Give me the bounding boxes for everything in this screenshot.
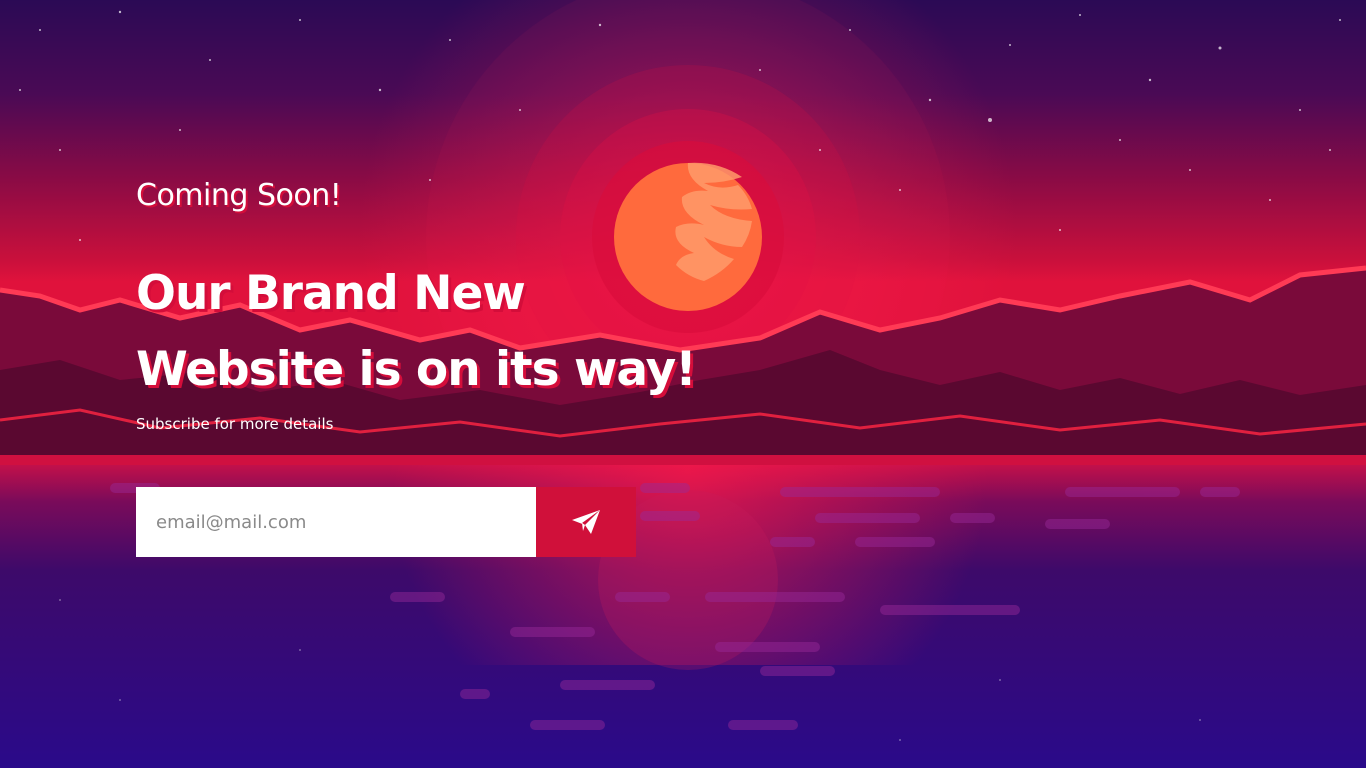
headline-line-2: Website is on its way! — [136, 342, 697, 397]
email-input[interactable] — [136, 487, 536, 557]
page-headline: Our Brand New Website is on its way! — [136, 256, 697, 408]
paper-plane-icon — [572, 510, 600, 534]
coming-soon-label: Coming Soon! — [136, 178, 342, 213]
subscribe-form — [136, 487, 636, 557]
headline-line-1: Our Brand New — [136, 266, 526, 321]
subscribe-text: Subscribe for more details — [136, 415, 334, 433]
subscribe-button[interactable] — [536, 487, 636, 557]
